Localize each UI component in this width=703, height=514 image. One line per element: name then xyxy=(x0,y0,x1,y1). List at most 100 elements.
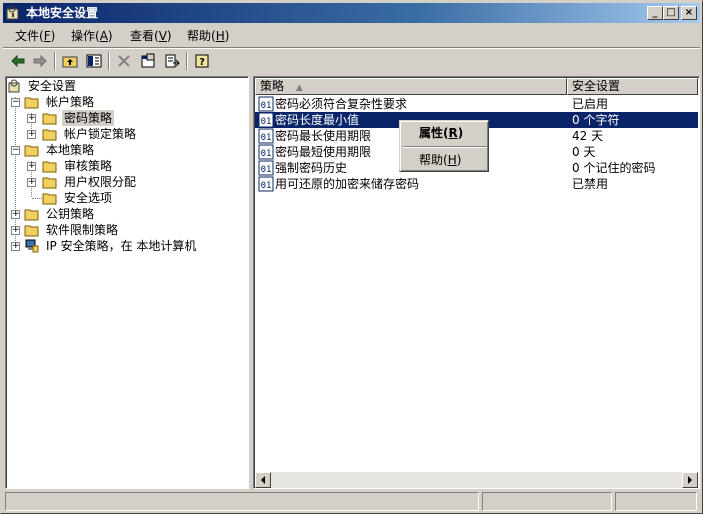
export-list-button[interactable] xyxy=(161,51,183,71)
tree-item-public-key-policies[interactable]: + 公钥策略 xyxy=(6,206,246,222)
context-menu-separator xyxy=(403,146,487,148)
status-cell-secondary xyxy=(482,492,612,511)
tree-label: 软件限制策略 xyxy=(46,223,119,237)
tree-label: 审核策略 xyxy=(64,159,113,173)
tree-item-software-restriction[interactable]: + 软件限制策略 xyxy=(6,222,246,238)
back-button[interactable] xyxy=(7,51,29,71)
policy-name: 强制密码历史 xyxy=(275,161,348,175)
status-cell-main xyxy=(5,492,479,511)
collapse-toggle[interactable]: − xyxy=(11,97,20,107)
scroll-right-button[interactable] xyxy=(682,472,698,488)
horizontal-scrollbar[interactable] xyxy=(255,472,698,488)
folder-icon xyxy=(24,209,39,221)
tree-label: 密码策略 xyxy=(62,110,115,126)
policy-setting: 已禁用 xyxy=(572,177,609,191)
forward-button[interactable] xyxy=(29,51,51,71)
column-header-policy[interactable]: 策略 ▲ xyxy=(255,78,567,95)
menu-view[interactable]: 查看(V) xyxy=(126,28,176,44)
menu-file[interactable]: 文件(F) xyxy=(11,28,59,44)
status-bar xyxy=(3,492,700,511)
menu-bar: 文件(F) 操作(A) 查看(V) 帮助(H) xyxy=(3,25,700,47)
tree-item-security-settings[interactable]: 安全设置 xyxy=(6,78,246,94)
close-button[interactable]: × xyxy=(681,6,697,20)
app-window: 本地安全设置 _ □ × 文件(F) 操作(A) 查看(V) 帮助(H) ? 安… xyxy=(0,0,703,514)
tree-item-ip-security[interactable]: + IP 安全策略，在 本地计算机 xyxy=(6,238,246,254)
table-row[interactable]: 01 密码必须符合复杂性要求 已启用 xyxy=(255,96,698,112)
title-bar[interactable]: 本地安全设置 _ □ × xyxy=(3,3,700,23)
arrow-left-icon xyxy=(261,476,265,484)
policy-name: 密码必须符合复杂性要求 xyxy=(275,97,408,111)
policy-icon: 01 xyxy=(258,128,274,144)
svg-text:?: ? xyxy=(199,57,205,68)
expand-toggle[interactable]: + xyxy=(11,225,20,235)
policy-name: 密码最短使用期限 xyxy=(275,145,372,159)
svg-text:01: 01 xyxy=(261,149,272,159)
tree-panel[interactable]: 安全设置 − 帐户策略 + 密码策略 + 帐户锁定策略 − 本地策略 + 审核策… xyxy=(5,76,249,489)
tree-label: 帐户锁定策略 xyxy=(64,127,137,141)
policy-icon: 01 xyxy=(258,144,274,160)
export-list-icon xyxy=(165,54,180,68)
folder-open-icon xyxy=(24,97,39,109)
policy-setting: 0 个记住的密码 xyxy=(572,161,656,175)
properties-icon xyxy=(141,53,155,68)
tree-label: 帐户策略 xyxy=(46,95,95,109)
column-header-setting[interactable]: 安全设置 xyxy=(567,78,698,95)
back-arrow-icon xyxy=(11,54,25,68)
up-level-button[interactable] xyxy=(59,51,81,71)
tree-item-security-options[interactable]: 安全选项 xyxy=(6,190,246,206)
tree-label: 安全设置 xyxy=(28,79,77,93)
svg-text:01: 01 xyxy=(261,117,272,127)
expand-toggle[interactable]: + xyxy=(11,241,20,251)
folder-icon xyxy=(42,193,57,205)
policy-icon: 01 xyxy=(258,96,274,112)
collapse-toggle[interactable]: − xyxy=(11,145,20,155)
svg-text:01: 01 xyxy=(261,101,272,111)
policy-setting: 0 个字符 xyxy=(572,113,620,127)
folder-icon xyxy=(42,129,57,141)
menu-action[interactable]: 操作(A) xyxy=(67,28,117,44)
policy-setting: 42 天 xyxy=(572,129,604,143)
policy-setting: 已启用 xyxy=(572,97,609,111)
help-button[interactable]: ? xyxy=(191,51,213,71)
tree-label: 公钥策略 xyxy=(46,207,95,221)
help-icon: ? xyxy=(195,54,209,68)
toolbar: ? xyxy=(3,49,700,73)
folder-icon xyxy=(42,113,57,125)
svg-text:01: 01 xyxy=(261,181,272,191)
maximize-button[interactable]: □ xyxy=(663,6,679,20)
tree-label: IP 安全策略，在 本地计算机 xyxy=(46,239,197,253)
expand-toggle[interactable]: + xyxy=(27,177,36,187)
policy-name: 密码长度最小值 xyxy=(275,113,360,127)
scroll-left-button[interactable] xyxy=(255,472,271,488)
expand-toggle[interactable]: + xyxy=(27,129,36,139)
expand-toggle[interactable]: + xyxy=(27,113,36,123)
expand-toggle[interactable]: + xyxy=(11,209,20,219)
tree-item-account-lockout-policy[interactable]: + 帐户锁定策略 xyxy=(6,126,246,142)
svg-text:01: 01 xyxy=(261,165,272,175)
sort-up-icon: ▲ xyxy=(295,83,303,93)
properties-button[interactable] xyxy=(137,51,159,71)
policy-name: 用可还原的加密来储存密码 xyxy=(275,177,420,191)
context-menu-help[interactable]: 帮助(H) xyxy=(403,151,487,169)
tree-item-local-policies[interactable]: − 本地策略 xyxy=(6,142,246,158)
show-hide-tree-button[interactable] xyxy=(83,51,105,71)
folder-icon xyxy=(24,225,39,237)
security-settings-icon xyxy=(8,79,20,93)
folder-icon xyxy=(42,161,57,173)
policy-name: 密码最长使用期限 xyxy=(275,129,372,143)
menu-help[interactable]: 帮助(H) xyxy=(183,28,233,44)
tree-item-account-policies[interactable]: − 帐户策略 xyxy=(6,94,246,110)
tree-label: 安全选项 xyxy=(64,191,113,205)
tree-item-audit-policy[interactable]: + 审核策略 xyxy=(6,158,246,174)
toolbar-separator xyxy=(186,52,188,70)
security-settings-icon xyxy=(6,5,19,20)
tree-connector xyxy=(32,198,42,199)
tree-item-password-policy[interactable]: + 密码策略 xyxy=(6,110,246,126)
context-menu-properties[interactable]: 属性(R) xyxy=(403,124,487,142)
minimize-button[interactable]: _ xyxy=(647,6,663,20)
delete-button[interactable] xyxy=(113,51,135,71)
table-row[interactable]: 01 用可还原的加密来储存密码 已禁用 xyxy=(255,176,698,192)
expand-toggle[interactable]: + xyxy=(27,161,36,171)
policy-icon: 01 xyxy=(258,160,274,176)
tree-item-user-rights[interactable]: + 用户权限分配 xyxy=(6,174,246,190)
